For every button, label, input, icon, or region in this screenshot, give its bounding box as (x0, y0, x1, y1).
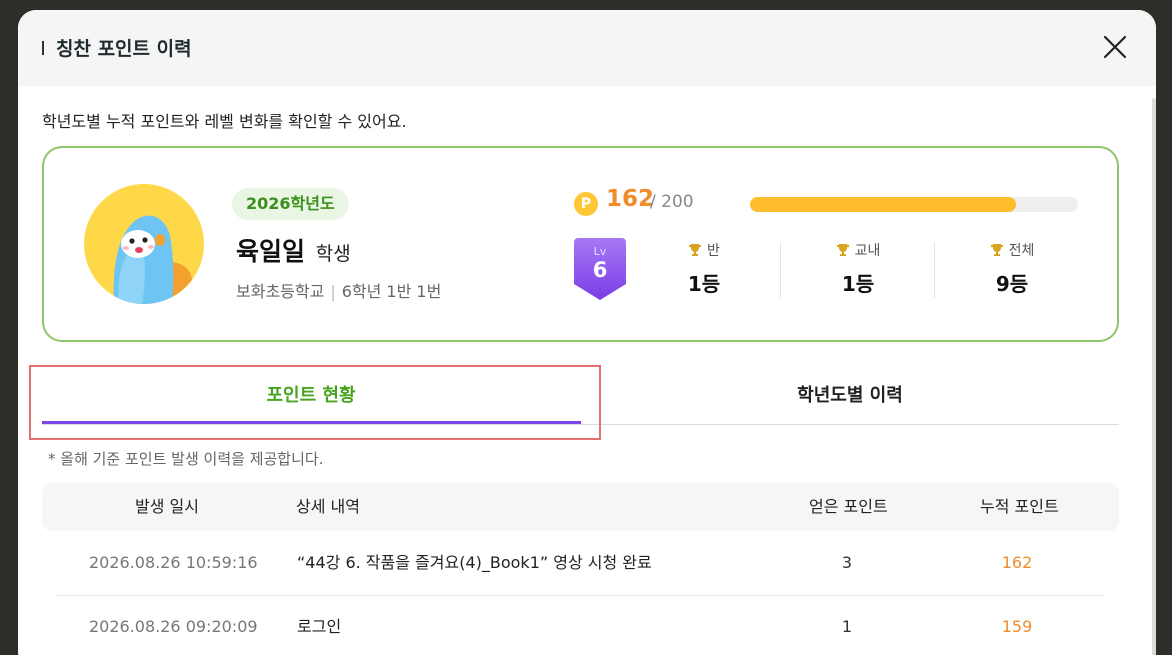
level-value: 6 (593, 258, 608, 282)
class-info: 6학년 1반 1번 (341, 282, 442, 301)
avatar (84, 184, 204, 304)
year-badge: 2026학년도 (232, 188, 349, 220)
points-progress-fill (750, 197, 1016, 212)
table-row: 2026.08.26 09:20:09 로그인 1 159 (42, 595, 1119, 655)
modal-header: 칭찬 포인트 이력 (18, 10, 1156, 86)
th-total: 누적 포인트 (980, 497, 1059, 516)
rank-total-value: 9등 (995, 272, 1029, 296)
trophy-icon (689, 244, 702, 256)
th-date: 발생 일시 (135, 497, 199, 516)
close-icon[interactable] (1100, 32, 1130, 62)
row-earned: 1 (841, 617, 853, 636)
rank-school: 교내 1등 (781, 240, 935, 296)
modal-title: 칭찬 포인트 이력 (56, 38, 192, 60)
row-detail: 로그인 (297, 617, 342, 636)
student-suffix: 학생 (315, 243, 351, 265)
th-detail: 상세 내역 (296, 497, 360, 516)
rank-class-label: 반 (707, 243, 720, 259)
row-date: 2026.08.26 09:20:09 (89, 617, 258, 636)
school-info: 보화초등학교 | 6학년 1반 1번 (236, 278, 441, 302)
rank-school-value: 1등 (841, 272, 875, 296)
history-note: * 올해 기준 포인트 발생 이력을 제공합니다. (48, 450, 324, 468)
th-earned: 얻은 포인트 (809, 497, 888, 516)
row-total: 162 (1001, 553, 1033, 572)
row-total: 159 (1001, 617, 1033, 636)
profile-card: 2026학년도 육일일 학생 보화초등학교 | 6학년 1반 1번 P 162 / … (42, 146, 1119, 342)
modal-description: 학년도별 누적 포인트와 레벨 변화를 확인할 수 있어요. (42, 112, 407, 131)
student-name: 육일일 (236, 237, 306, 266)
point-history-modal: 칭찬 포인트 이력 학년도별 누적 포인트와 레벨 변화를 확인할 수 있어요.… (18, 10, 1156, 655)
row-date: 2026.08.26 10:59:16 (89, 553, 258, 572)
rank-class-value: 1등 (687, 272, 721, 296)
title-marker (42, 41, 44, 55)
level-badge-icon: Lv 6 (574, 238, 626, 300)
scrollbar[interactable] (1152, 98, 1156, 655)
tab-yearly-history-label: 학년도별 이력 (797, 385, 903, 406)
highlight-box (29, 365, 601, 440)
rank-school-label: 교내 (854, 243, 881, 259)
rank-total: 전체 9등 (935, 240, 1089, 296)
max-points: / 200 (650, 192, 694, 212)
school-separator: | (330, 282, 336, 301)
point-coin-icon: P (574, 192, 598, 216)
level-label: Lv (594, 245, 607, 258)
rank-total-label: 전체 (1008, 243, 1035, 259)
rank-class: 반 1등 (627, 240, 781, 296)
trophy-icon (990, 244, 1003, 256)
student-name-row: 육일일 학생 (236, 232, 351, 268)
row-earned: 3 (841, 553, 853, 572)
current-points: 162 (606, 186, 655, 212)
row-detail: “44강 6. 작품을 즐겨요(4)_Book1” 영상 시청 완료 (297, 553, 652, 572)
trophy-icon (836, 244, 849, 256)
points-progress-bar (750, 197, 1078, 212)
table-row: 2026.08.26 10:59:16 “44강 6. 작품을 즐겨요(4)_B… (42, 531, 1119, 595)
school-name: 보화초등학교 (236, 282, 325, 301)
table-header: 발생 일시 상세 내역 얻은 포인트 누적 포인트 (42, 483, 1119, 531)
tab-yearly-history[interactable]: 학년도별 이력 (581, 370, 1119, 424)
